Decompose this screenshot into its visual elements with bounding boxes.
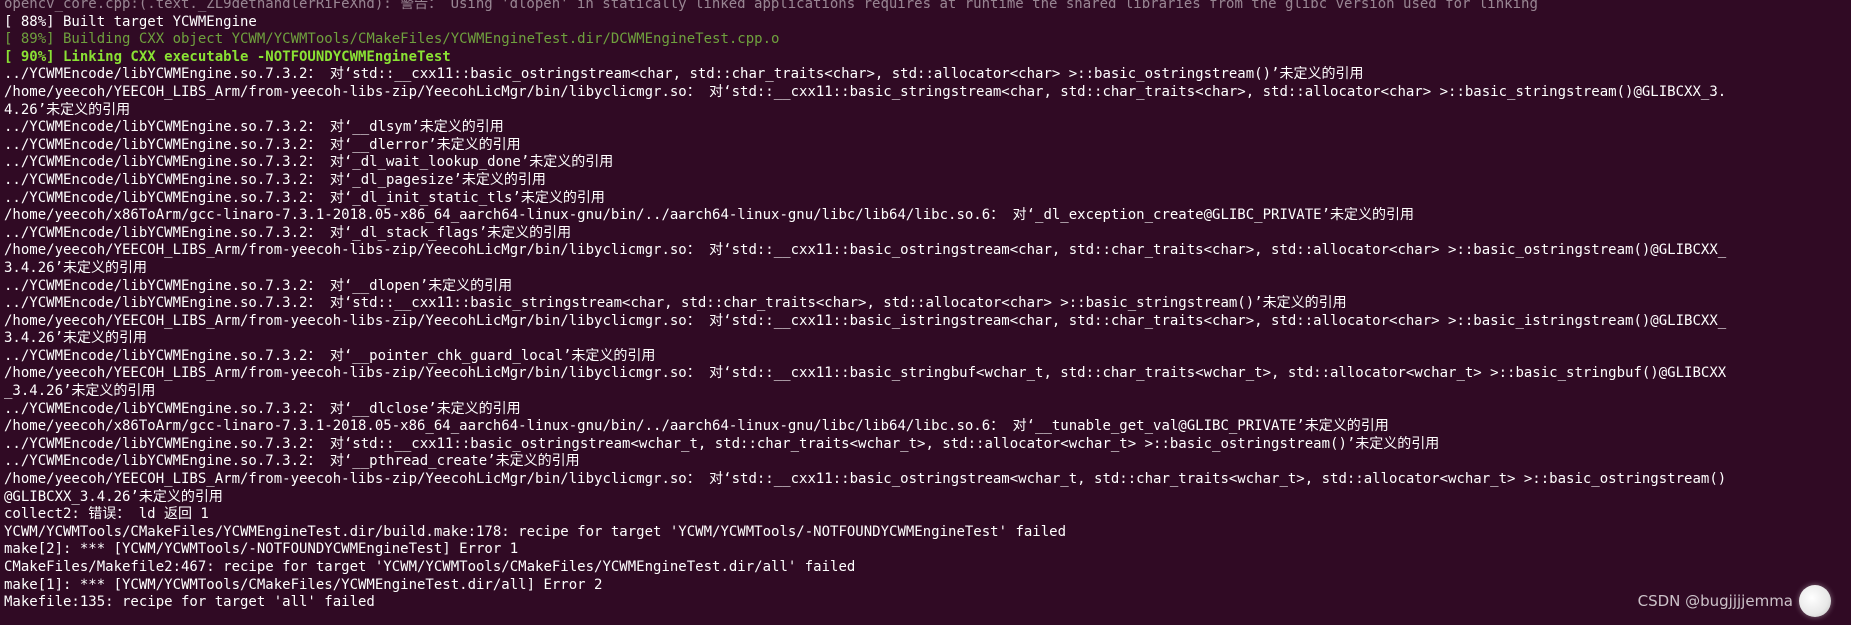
terminal-line: /home/yeecoh/YEECOH_LIBS_Arm/from-yeecoh… (4, 312, 1727, 329)
terminal-line: ../YCWMEncode/libYCWMEngine.so.7.3.2： 对‘… (4, 119, 504, 136)
terminal-line: CMakeFiles/Makefile2:467: recipe for tar… (4, 559, 856, 575)
terminal-line: ../YCWMEncode/libYCWMEngine.so.7.3.2： 对‘… (4, 154, 614, 171)
terminal-line: ../YCWMEncode/libYCWMEngine.so.7.3.2： 对‘… (4, 277, 513, 294)
terminal-line: YCWM/YCWMTools/CMakeFiles/YCWMEngineTest… (4, 523, 1067, 540)
terminal-line: 3.4.26’未定义的引用 (4, 259, 148, 276)
terminal-line: /home/yeecoh/x86ToArm/gcc-linaro-7.3.1-2… (4, 418, 1389, 435)
watermark-text: CSDN @bugjjjjemma (1637, 592, 1793, 610)
terminal-line: opencv_core.cpp:(.text._ZL9dethandlerRiF… (4, 0, 1538, 12)
terminal-line: make[1]: *** [YCWM/YCWMTools/CMakeFiles/… (4, 576, 603, 593)
terminal-line: ../YCWMEncode/libYCWMEngine.so.7.3.2： 对‘… (4, 224, 572, 241)
terminal-text-area: opencv_core.cpp:(.text._ZL9dethandlerRiF… (0, 0, 1851, 612)
terminal-output[interactable]: opencv_core.cpp:(.text._ZL9dethandlerRiF… (0, 0, 1851, 625)
terminal-line: ../YCWMEncode/libYCWMEngine.so.7.3.2： 对‘… (4, 295, 1347, 312)
terminal-line: /home/yeecoh/YEECOH_LIBS_Arm/from-yeecoh… (4, 471, 1727, 488)
csdn-watermark: CSDN @bugjjjjemma (1638, 585, 1831, 617)
terminal-line: Makefile:135: recipe for target 'all' fa… (4, 594, 375, 611)
mascot-logo-icon (1799, 585, 1831, 617)
terminal-line: ../YCWMEncode/libYCWMEngine.so.7.3.2： 对‘… (4, 400, 521, 417)
terminal-line: ../YCWMEncode/libYCWMEngine.so.7.3.2： 对‘… (4, 66, 1364, 83)
terminal-line: [ 88%] Built target YCWMEngine (4, 13, 257, 30)
terminal-line: [ 90%] Linking CXX executable -NOTFOUNDY… (4, 48, 451, 65)
terminal-line: collect2: 错误： ld 返回 1 (4, 506, 209, 523)
terminal-line: ../YCWMEncode/libYCWMEngine.so.7.3.2： 对‘… (4, 189, 605, 206)
terminal-line: ../YCWMEncode/libYCWMEngine.so.7.3.2： 对‘… (4, 136, 521, 153)
terminal-line: /home/yeecoh/YEECOH_LIBS_Arm/from-yeecoh… (4, 365, 1727, 382)
terminal-line: 3.4.26’未定义的引用 (4, 330, 148, 347)
terminal-line: [ 89%] Building CXX object YCWM/YCWMTool… (4, 31, 780, 48)
terminal-line: @GLIBCXX_3.4.26’未定义的引用 (4, 488, 223, 505)
terminal-line: /home/yeecoh/YEECOH_LIBS_Arm/from-yeecoh… (4, 83, 1727, 100)
terminal-line: make[2]: *** [YCWM/YCWMTools/-NOTFOUNDYC… (4, 541, 519, 558)
terminal-line: ../YCWMEncode/libYCWMEngine.so.7.3.2： 对‘… (4, 171, 546, 188)
terminal-line: /home/yeecoh/YEECOH_LIBS_Arm/from-yeecoh… (4, 242, 1727, 259)
terminal-line: ../YCWMEncode/libYCWMEngine.so.7.3.2： 对‘… (4, 453, 580, 470)
terminal-window: { "terminal": { "lines": [ {"text": "ope… (0, 0, 1851, 625)
terminal-line: _3.4.26’未定义的引用 (4, 383, 156, 400)
terminal-line: /home/yeecoh/x86ToArm/gcc-linaro-7.3.1-2… (4, 207, 1415, 224)
terminal-line: 4.26’未定义的引用 (4, 101, 131, 118)
terminal-line: ../YCWMEncode/libYCWMEngine.so.7.3.2： 对‘… (4, 435, 1440, 452)
terminal-line: ../YCWMEncode/libYCWMEngine.so.7.3.2： 对‘… (4, 347, 656, 364)
